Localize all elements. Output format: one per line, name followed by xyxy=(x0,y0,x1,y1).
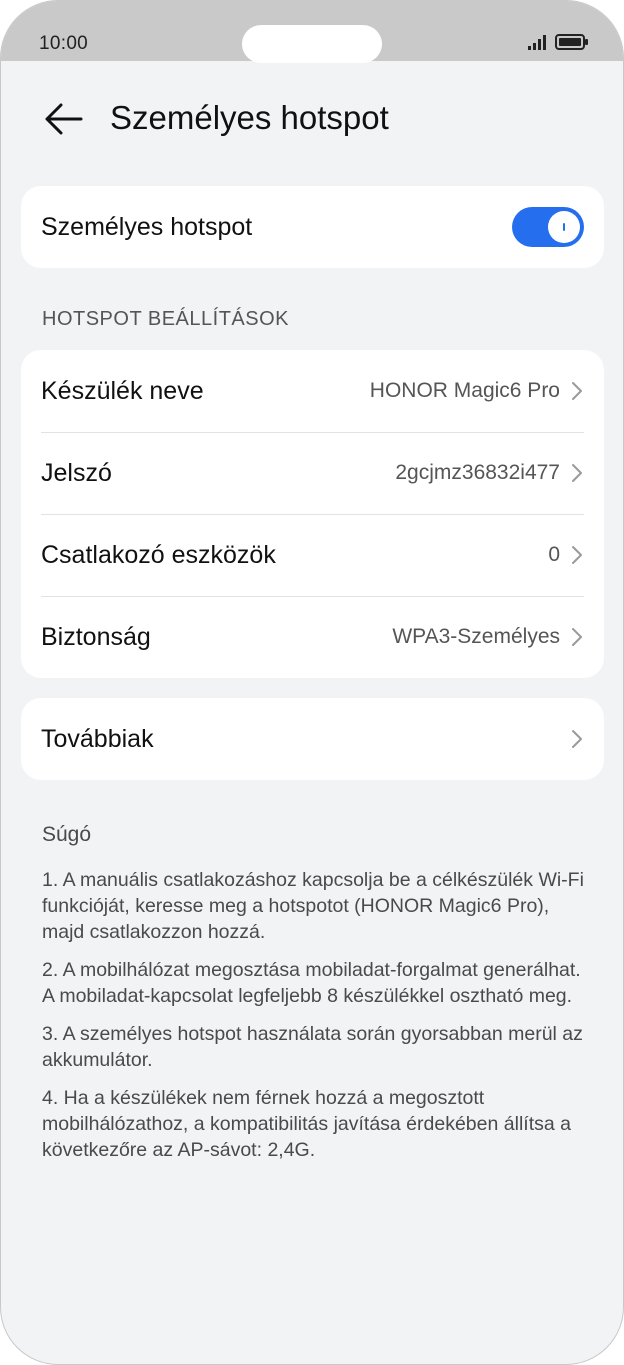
help-title: Súgó xyxy=(42,823,92,846)
status-time: 10:00 xyxy=(39,33,89,54)
phone-frame: 10:00 Személyes hotspot Személyes hotspo… xyxy=(0,0,624,1365)
row-value: 0 xyxy=(548,543,560,566)
chevron-right-icon xyxy=(572,382,582,400)
settings-row-security[interactable]: Biztonság WPA3-Személyes xyxy=(21,596,604,678)
more-card: Továbbiak xyxy=(21,698,604,780)
camera-notch xyxy=(242,25,382,63)
toggle-knob xyxy=(548,211,580,243)
hotspot-settings-card: Készülék neve HONOR Magic6 Pro Jelszó 2g… xyxy=(21,350,604,678)
row-label: Jelszó xyxy=(41,458,112,487)
row-label: Biztonság xyxy=(41,622,151,651)
arrow-left-icon xyxy=(45,103,83,135)
hotspot-toggle-row[interactable]: Személyes hotspot xyxy=(21,186,604,268)
chevron-right-icon xyxy=(572,730,582,748)
row-label: Készülék neve xyxy=(41,376,204,405)
signal-icon xyxy=(528,35,546,50)
help-item: 2. A mobilhálózat megosztása mobiladat-f… xyxy=(42,959,581,1007)
help-section: Súgó 1. A manuális csatlakozáshoz kapcso… xyxy=(42,823,592,1175)
battery-icon xyxy=(555,34,588,50)
help-item: 4. Ha a készülékek nem férnek hozzá a me… xyxy=(42,1087,571,1161)
section-header-hotspot-settings: HOTSPOT BEÁLLÍTÁSOK xyxy=(42,308,289,330)
more-row[interactable]: Továbbiak xyxy=(21,698,604,780)
settings-row-device-name[interactable]: Készülék neve HONOR Magic6 Pro xyxy=(21,350,604,432)
status-bar: 10:00 xyxy=(1,1,623,63)
hotspot-toggle-switch[interactable] xyxy=(512,207,584,247)
help-item: 1. A manuális csatlakozáshoz kapcsolja b… xyxy=(42,869,584,943)
chevron-right-icon xyxy=(572,628,582,646)
back-button[interactable] xyxy=(39,95,87,143)
settings-row-connected-devices[interactable]: Csatlakozó eszközök 0 xyxy=(21,514,604,596)
row-value: 2gcjmz36832i477 xyxy=(395,461,560,484)
row-value: WPA3-Személyes xyxy=(392,625,560,648)
more-label: Továbbiak xyxy=(41,724,154,753)
hotspot-toggle-label: Személyes hotspot xyxy=(41,212,253,241)
help-item: 3. A személyes hotspot használata során … xyxy=(42,1023,583,1071)
page-header: Személyes hotspot xyxy=(1,61,623,171)
row-value: HONOR Magic6 Pro xyxy=(369,379,560,402)
chevron-right-icon xyxy=(572,464,582,482)
row-label: Csatlakozó eszközök xyxy=(41,540,276,569)
page-title: Személyes hotspot xyxy=(110,99,389,136)
chevron-right-icon xyxy=(572,546,582,564)
hotspot-toggle-card: Személyes hotspot xyxy=(21,186,604,268)
settings-row-password[interactable]: Jelszó 2gcjmz36832i477 xyxy=(21,432,604,514)
